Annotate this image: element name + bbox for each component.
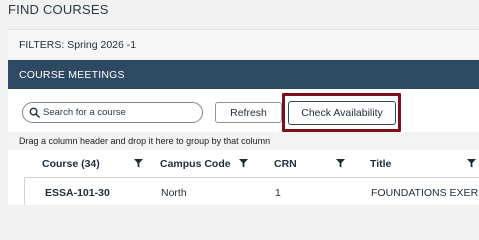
group-hint-text: Drag a column header and drop it here to… [19,136,271,146]
check-availability-button[interactable]: Check Availability [288,101,396,125]
filters-panel[interactable]: FILTERS: Spring 2026 -1 [8,29,479,59]
filter-icon[interactable] [336,159,345,168]
cell-title: FOUNDATIONS EXER... [371,187,479,199]
search-icon [29,107,40,118]
cell-course[interactable]: ESSA-101-30 [45,187,110,199]
filter-icon[interactable] [239,159,248,168]
filter-icon[interactable] [134,159,143,168]
refresh-button[interactable]: Refresh [215,102,282,123]
course-meetings-panel: Refresh Check Availability Drag a column… [8,89,479,205]
course-meetings-header: COURSE MEETINGS [8,60,479,89]
column-header-campus-code[interactable]: Campus Code [160,158,231,170]
column-header-crn[interactable]: CRN [274,158,297,170]
cell-campus-code: North [161,187,187,199]
search-input[interactable] [43,105,198,120]
cell-crn: 1 [275,187,281,199]
column-header-course[interactable]: Course (34) [42,158,100,170]
page-title: FIND COURSES [8,2,109,17]
table-row[interactable]: ESSA-101-30 North 1 FOUNDATIONS EXER... [24,177,479,205]
search-box[interactable] [22,102,203,123]
section-title: COURSE MEETINGS [19,69,125,81]
column-header-title[interactable]: Title [370,158,391,170]
filter-icon[interactable] [467,159,476,168]
group-drop-area[interactable]: Drag a column header and drop it here to… [8,132,479,150]
grid-header: Course (34) Campus Code CRN Title [8,150,479,175]
filters-text: FILTERS: Spring 2026 -1 [19,39,137,51]
